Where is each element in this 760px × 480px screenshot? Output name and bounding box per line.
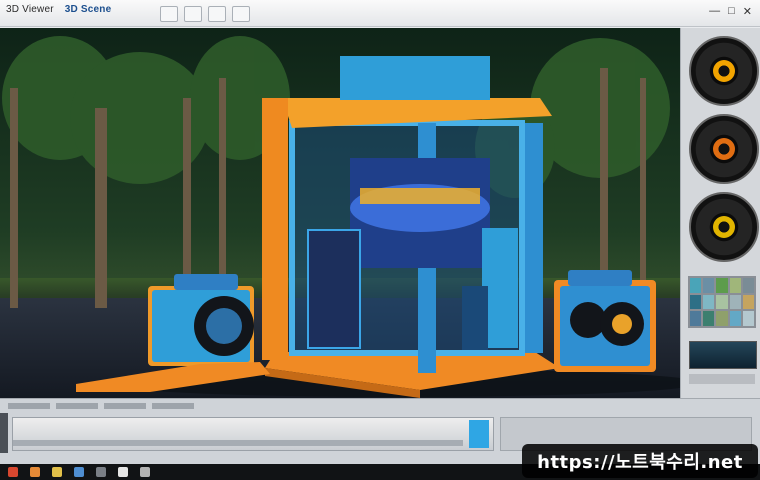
palette-swatch[interactable] xyxy=(690,294,702,310)
taskbar-app-icon[interactable] xyxy=(118,467,128,477)
palette-swatch[interactable] xyxy=(729,278,741,293)
material-thumb-1-core xyxy=(713,60,735,82)
tab-2[interactable] xyxy=(56,403,98,409)
minimize-button[interactable]: — xyxy=(709,5,720,18)
palette-swatch[interactable] xyxy=(690,278,702,293)
palette-swatch[interactable] xyxy=(742,278,754,293)
taskbar-app-icon[interactable] xyxy=(8,467,18,477)
timeline-track[interactable] xyxy=(13,440,463,446)
title-bar: 3D Viewer 3D Scene — □ ✕ xyxy=(0,0,760,27)
tab-4[interactable] xyxy=(152,403,194,409)
palette-swatch[interactable] xyxy=(703,294,715,310)
palette-swatch[interactable] xyxy=(703,278,715,293)
color-palette xyxy=(688,276,756,328)
app-title-left: 3D Viewer xyxy=(6,4,54,15)
taskbar-app-icon[interactable] xyxy=(140,467,150,477)
material-thumb-3[interactable] xyxy=(689,192,759,262)
toolbar-icon-1[interactable] xyxy=(160,6,178,22)
palette-swatch[interactable] xyxy=(729,294,741,310)
material-thumb-2[interactable] xyxy=(689,114,759,184)
taskbar-apps xyxy=(8,467,150,477)
palette-swatch[interactable] xyxy=(742,294,754,310)
window-controls: — □ ✕ xyxy=(709,5,752,18)
close-button[interactable]: ✕ xyxy=(743,5,752,18)
palette-swatch[interactable] xyxy=(729,311,741,326)
bottom-tabs xyxy=(8,403,194,409)
scene-illustration xyxy=(2,36,680,398)
material-thumb-1[interactable] xyxy=(689,36,759,106)
taskbar-app-icon[interactable] xyxy=(74,467,84,477)
palette-swatch[interactable] xyxy=(716,311,728,326)
watermark: https://노트북수리.net xyxy=(522,444,758,478)
palette-swatch[interactable] xyxy=(703,311,715,326)
toolbar-icon-4[interactable] xyxy=(232,6,250,22)
palette-swatch[interactable] xyxy=(716,278,728,293)
app-title-brand: 3D Scene xyxy=(64,4,112,15)
tab-3[interactable] xyxy=(104,403,146,409)
palette-swatch[interactable] xyxy=(742,311,754,326)
tab-1[interactable] xyxy=(8,403,50,409)
palette-swatch[interactable] xyxy=(690,311,702,326)
environment-preview[interactable] xyxy=(689,341,757,369)
taskbar-app-icon[interactable] xyxy=(96,467,106,477)
maximize-button[interactable]: □ xyxy=(728,5,735,18)
timeline[interactable] xyxy=(12,417,494,451)
timeline-cursor[interactable] xyxy=(469,420,489,448)
material-side-panel xyxy=(680,28,760,398)
material-thumb-2-core xyxy=(713,138,735,160)
side-panel-slider[interactable] xyxy=(689,374,755,384)
render-viewport[interactable] xyxy=(0,28,680,398)
palette-swatch[interactable] xyxy=(716,294,728,310)
taskbar-app-icon[interactable] xyxy=(52,467,62,477)
taskbar-app-icon[interactable] xyxy=(30,467,40,477)
toolbar-icon-2[interactable] xyxy=(184,6,202,22)
toolbar-icon-3[interactable] xyxy=(208,6,226,22)
bottom-left-strip xyxy=(0,413,8,453)
toolbar-icons xyxy=(160,6,250,22)
app-title: 3D Viewer 3D Scene xyxy=(6,4,111,15)
material-thumb-3-core xyxy=(713,216,735,238)
